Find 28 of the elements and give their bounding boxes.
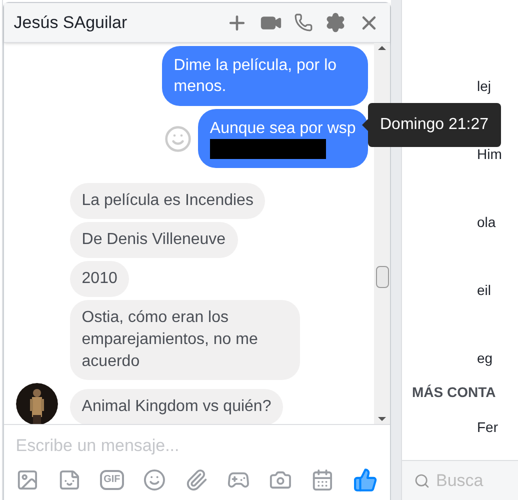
message-bubble: Aunque sea por wsp [198, 109, 368, 168]
contact-name[interactable]: eil [477, 280, 492, 300]
contact-name[interactable]: lej [477, 76, 492, 96]
message-bubble: Ostia, cómo eran los emparejamientos, no me acuerdo [70, 300, 300, 380]
sticker-icon[interactable] [58, 468, 81, 492]
contact-name[interactable]: eg [477, 348, 493, 368]
paperclip-icon[interactable] [185, 468, 208, 492]
message-bubble: Dime la película, por lo menos. [162, 46, 368, 106]
section-title: MÁS CONTA [411, 383, 497, 402]
like-icon[interactable] [352, 467, 378, 493]
message-bubble: Animal Kingdom vs quién? [70, 389, 284, 424]
photo-icon[interactable] [16, 468, 39, 492]
message-bubble: La película es Incendies [70, 183, 266, 219]
search-field[interactable]: Busca [402, 460, 518, 500]
phone-icon[interactable] [294, 13, 313, 32]
message-bubble: 2010 [70, 261, 130, 297]
search-input[interactable]: Busca [436, 468, 506, 494]
search-icon [414, 472, 430, 488]
calendar-icon[interactable] [310, 468, 334, 492]
settings-icon[interactable] [324, 12, 346, 33]
contact-name[interactable]: Fer [477, 416, 498, 438]
timestamp-tooltip: Domingo 21:27 [368, 103, 501, 147]
smiley-icon[interactable] [164, 124, 192, 152]
contact-name[interactable]: ola [477, 212, 496, 232]
message-input[interactable]: Escribe un mensaje... [16, 425, 378, 467]
message-bubble: De Denis Villeneuve [70, 222, 238, 258]
contact-name[interactable]: Jesús SAguilar [14, 10, 226, 36]
emoji-icon[interactable] [143, 468, 166, 492]
